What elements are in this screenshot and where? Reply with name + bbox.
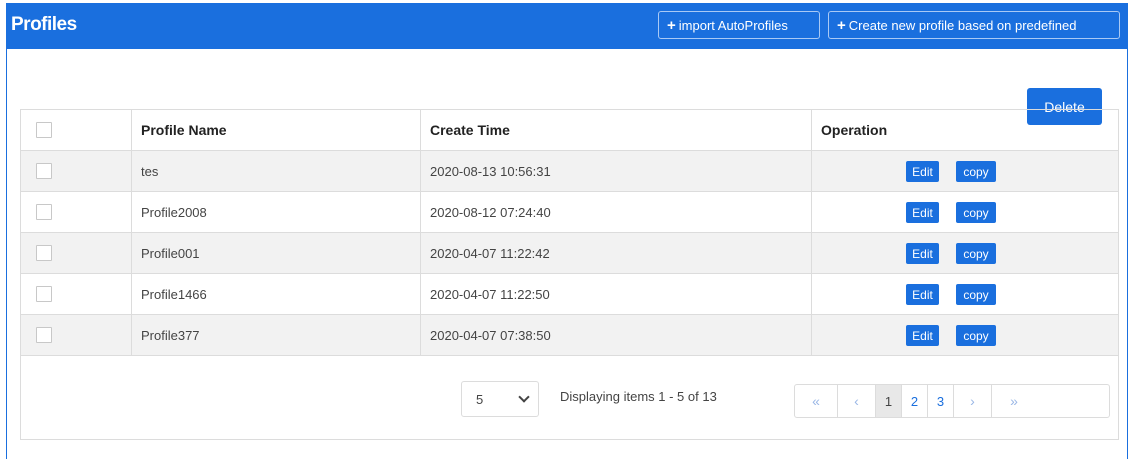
profile-name: Profile377 <box>132 315 421 355</box>
import-autoprofiles-label: import AutoProfiles <box>678 17 788 33</box>
create-time: 2020-04-07 07:38:50 <box>421 315 812 355</box>
page-button-3[interactable]: 3 <box>928 385 954 417</box>
copy-button[interactable]: copy <box>956 325 996 346</box>
chevron-right-icon: › <box>970 393 975 409</box>
table-row: Profile377 2020-04-07 07:38:50 Edit copy <box>21 315 1118 356</box>
create-time: 2020-08-13 10:56:31 <box>421 151 812 191</box>
panel-header: Profiles + import AutoProfiles + Create … <box>7 3 1127 49</box>
page-size-value: 5 <box>476 391 484 407</box>
row-checkbox[interactable] <box>36 245 52 261</box>
profile-name: Profile2008 <box>132 192 421 232</box>
edit-button[interactable]: Edit <box>906 325 939 346</box>
operation-cell: Edit copy <box>812 192 1118 232</box>
create-time: 2020-04-07 11:22:42 <box>421 233 812 273</box>
profiles-panel: Profiles + import AutoProfiles + Create … <box>6 3 1128 459</box>
row-checkbox[interactable] <box>36 327 52 343</box>
display-items-text: Displaying items 1 - 5 of 13 <box>560 389 717 404</box>
page-button-1[interactable]: 1 <box>876 385 902 417</box>
create-time: 2020-04-07 11:22:50 <box>421 274 812 314</box>
row-checkbox[interactable] <box>36 163 52 179</box>
import-autoprofiles-button[interactable]: + import AutoProfiles <box>658 11 820 39</box>
operation-cell: Edit copy <box>812 274 1118 314</box>
table-row: tes 2020-08-13 10:56:31 Edit copy <box>21 151 1118 192</box>
plus-icon: + <box>667 16 676 34</box>
edit-button[interactable]: Edit <box>906 284 939 305</box>
row-select-cell <box>21 315 132 355</box>
row-select-cell <box>21 233 132 273</box>
column-header-profile-name[interactable]: Profile Name <box>132 110 421 150</box>
chevron-left-icon: ‹ <box>854 393 859 409</box>
create-profile-button[interactable]: + Create new profile based on predefined <box>828 11 1120 39</box>
row-select-cell <box>21 151 132 191</box>
copy-button[interactable]: copy <box>956 161 996 182</box>
column-header-create-time[interactable]: Create Time <box>421 110 812 150</box>
next-page-button[interactable]: › <box>954 385 992 417</box>
profile-name: Profile1466 <box>132 274 421 314</box>
profiles-table: Profile Name Create Time Operation tes 2… <box>20 109 1119 440</box>
page-size-select[interactable]: 5 <box>461 381 539 417</box>
row-checkbox[interactable] <box>36 204 52 220</box>
pager: « ‹ 1 2 3 › » <box>794 384 1110 418</box>
profile-name: tes <box>132 151 421 191</box>
profile-name: Profile001 <box>132 233 421 273</box>
operation-cell: Edit copy <box>812 315 1118 355</box>
copy-button[interactable]: copy <box>956 243 996 264</box>
edit-button[interactable]: Edit <box>906 202 939 223</box>
row-select-cell <box>21 192 132 232</box>
edit-button[interactable]: Edit <box>906 243 939 264</box>
row-checkbox[interactable] <box>36 286 52 302</box>
page-button-2[interactable]: 2 <box>902 385 928 417</box>
copy-button[interactable]: copy <box>956 202 996 223</box>
last-page-button[interactable]: » <box>992 385 1036 417</box>
double-chevron-right-icon: » <box>1010 393 1018 409</box>
double-chevron-left-icon: « <box>812 393 820 409</box>
select-all-checkbox[interactable] <box>36 122 52 138</box>
page-title: Profiles <box>11 14 77 35</box>
plus-icon: + <box>837 16 846 34</box>
table-header-row: Profile Name Create Time Operation <box>21 110 1118 151</box>
table-row: Profile001 2020-04-07 11:22:42 Edit copy <box>21 233 1118 274</box>
create-time: 2020-08-12 07:24:40 <box>421 192 812 232</box>
select-all-cell <box>21 110 132 150</box>
table-row: Profile2008 2020-08-12 07:24:40 Edit cop… <box>21 192 1118 233</box>
create-profile-label: Create new profile based on predefined <box>848 17 1077 33</box>
first-page-button[interactable]: « <box>795 385 838 417</box>
row-select-cell <box>21 274 132 314</box>
table-row: Profile1466 2020-04-07 11:22:50 Edit cop… <box>21 274 1118 315</box>
chevron-down-icon <box>518 391 530 403</box>
pagination-bar: 5 Displaying items 1 - 5 of 13 « ‹ 1 2 3… <box>21 357 1118 439</box>
operation-cell: Edit copy <box>812 151 1118 191</box>
prev-page-button[interactable]: ‹ <box>838 385 876 417</box>
column-header-operation: Operation <box>821 122 888 138</box>
edit-button[interactable]: Edit <box>906 161 939 182</box>
copy-button[interactable]: copy <box>956 284 996 305</box>
operation-cell: Edit copy <box>812 233 1118 273</box>
